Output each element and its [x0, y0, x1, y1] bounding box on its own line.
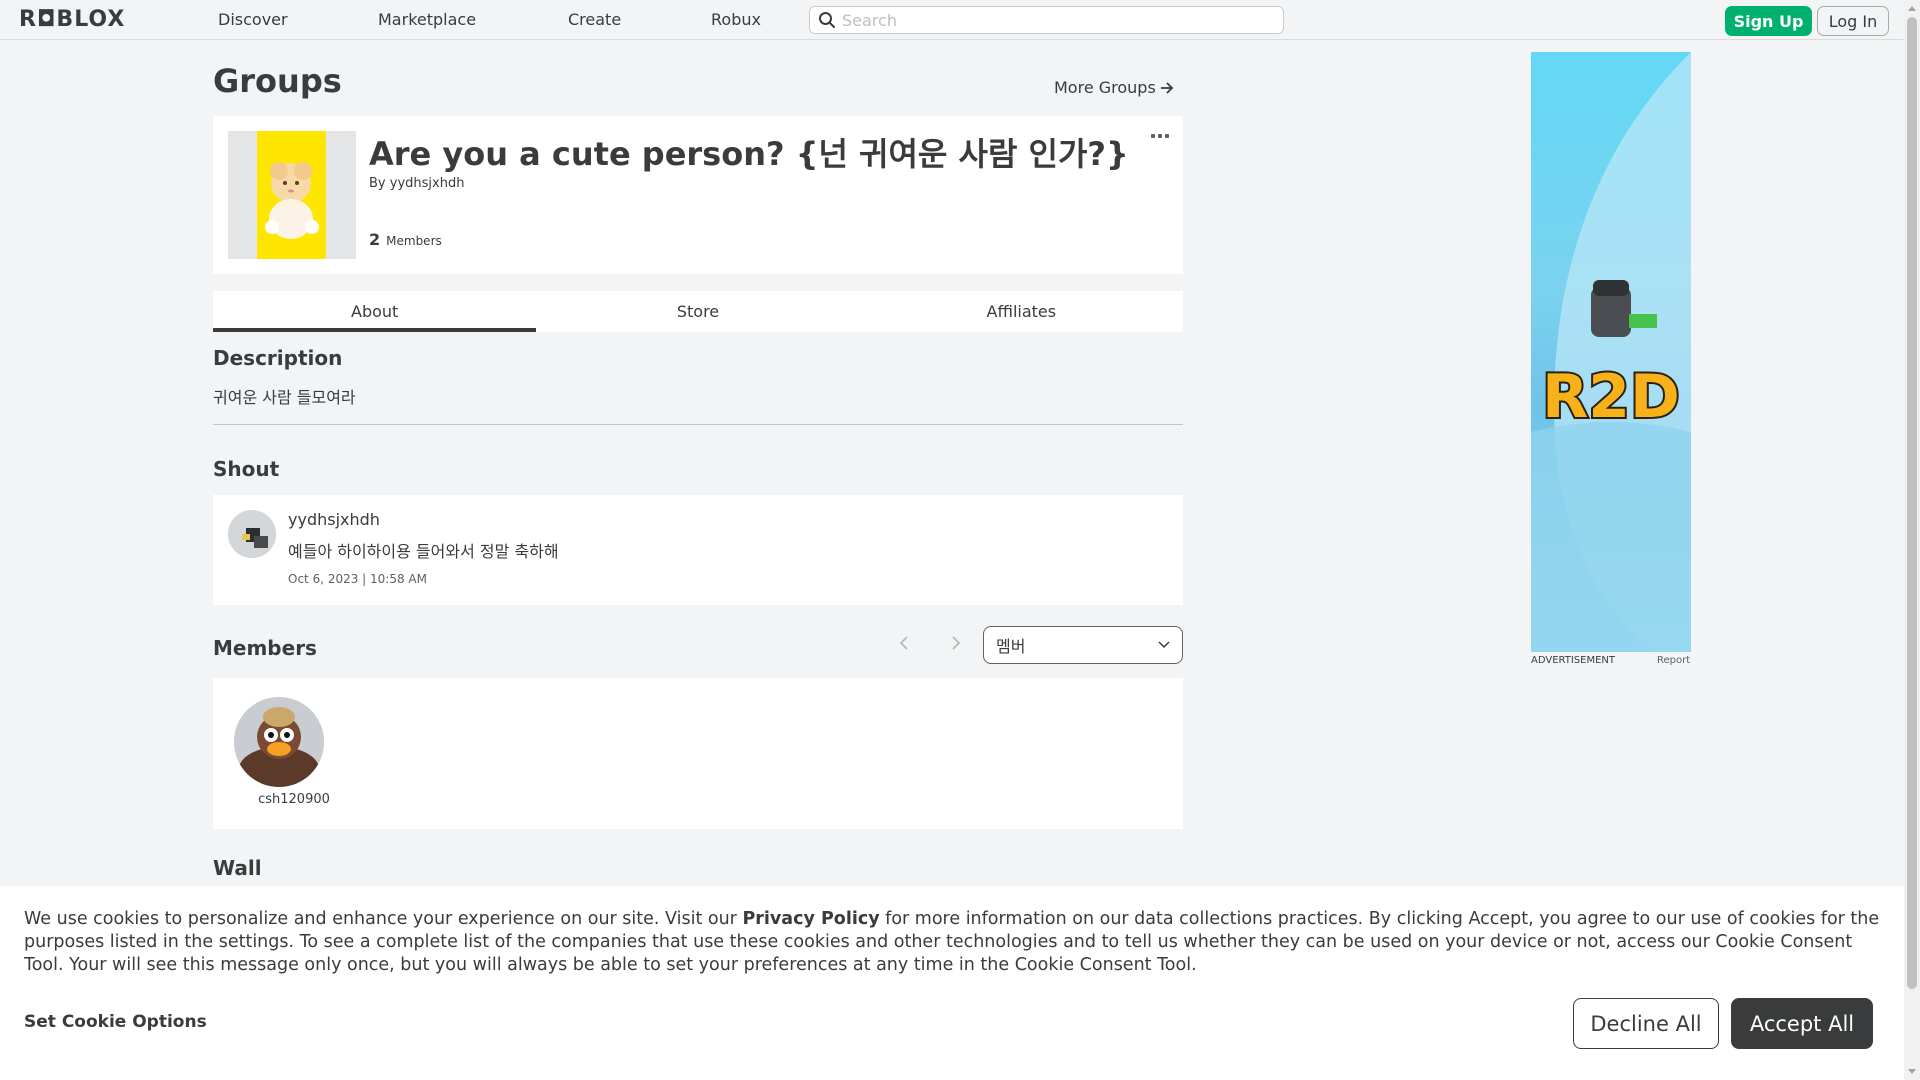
member-count-value: 2 — [369, 230, 381, 249]
tab-about[interactable]: About — [213, 291, 537, 332]
page-scrollbar[interactable] — [1904, 0, 1920, 1080]
member-count-label: Members — [386, 234, 442, 248]
members-heading: Members — [213, 636, 317, 660]
nav-discover[interactable]: Discover — [218, 10, 288, 29]
search-icon — [819, 12, 835, 28]
group-owner-link[interactable]: yydhsjxhdh — [390, 176, 465, 191]
advertisement-label: ADVERTISEMENT — [1531, 655, 1616, 666]
description-text: 귀여운 사람 들모여라 — [213, 388, 356, 407]
group-header-card: Are you a cute person? {넌 귀여운 사람 인가?} By… — [213, 116, 1183, 274]
more-groups-link[interactable]: More Groups — [1054, 78, 1174, 97]
shout-card: yydhsjxhdh 예들아 하이하이용 들어와서 정말 축하해 Oct 6, … — [213, 495, 1183, 605]
members-list-card: csh120900 — [213, 678, 1183, 829]
scroll-down-arrow-icon[interactable] — [1908, 1069, 1916, 1074]
advertisement-artwork: R2D — [1531, 52, 1691, 652]
ad-logo-text: R2D — [1542, 362, 1680, 432]
member-avatar[interactable] — [234, 697, 324, 787]
shout-timestamp: Oct 6, 2023 | 10:58 AM — [288, 572, 427, 586]
privacy-policy-link[interactable]: Privacy Policy — [742, 909, 879, 929]
nav-robux[interactable]: Robux — [711, 10, 761, 29]
role-select-dropdown[interactable]: 멤버 — [983, 626, 1183, 664]
accept-all-button[interactable]: Accept All — [1731, 998, 1873, 1049]
log-in-button[interactable]: Log In — [1817, 6, 1889, 36]
decline-all-button[interactable]: Decline All — [1573, 998, 1719, 1049]
group-member-count: 2 Members — [369, 230, 442, 249]
more-groups-label: More Groups — [1054, 78, 1156, 97]
arrow-right-icon — [1160, 81, 1174, 94]
group-name: Are you a cute person? {넌 귀여운 사람 인가?} — [369, 135, 1129, 173]
cookie-message: We use cookies to personalize and enhanc… — [24, 908, 1884, 977]
more-options-icon[interactable] — [1151, 134, 1171, 142]
chevron-down-icon — [1158, 641, 1170, 649]
cookie-consent-banner: We use cookies to personalize and enhanc… — [0, 886, 1904, 1080]
scrollbar-thumb[interactable] — [1907, 17, 1917, 989]
members-prev-page-icon[interactable] — [897, 633, 911, 653]
search-input[interactable] — [842, 10, 1283, 30]
cookie-text-start: We use cookies to personalize and enhanc… — [24, 909, 743, 929]
member-name[interactable]: csh120900 — [228, 792, 360, 807]
tab-affiliates[interactable]: Affiliates — [860, 291, 1183, 332]
wall-heading: Wall — [213, 856, 262, 880]
group-owner-line: By yydhsjxhdh — [369, 176, 464, 191]
description-heading: Description — [213, 346, 343, 370]
sign-up-button[interactable]: Sign Up — [1725, 6, 1812, 36]
set-cookie-options-link[interactable]: Set Cookie Options — [24, 1012, 207, 1032]
by-label: By — [369, 176, 386, 191]
nav-create[interactable]: Create — [568, 10, 621, 29]
page-title: Groups — [213, 62, 342, 100]
role-select-value: 멤버 — [996, 637, 1026, 656]
tab-store[interactable]: Store — [536, 291, 859, 332]
shout-body: 예들아 하이하이용 들어와서 정말 축하해 — [288, 542, 559, 561]
ad-report-link[interactable]: Report — [1657, 655, 1690, 666]
section-divider — [213, 424, 1183, 425]
shout-user-avatar[interactable] — [228, 510, 276, 558]
advertisement-banner[interactable]: R2D — [1531, 52, 1691, 652]
shout-heading: Shout — [213, 457, 280, 481]
scroll-up-arrow-icon[interactable] — [1908, 6, 1916, 11]
members-next-page-icon[interactable] — [949, 633, 963, 653]
group-emblem-image — [228, 131, 356, 259]
group-emblem-artwork — [257, 131, 326, 259]
roblox-logo[interactable]: R◘BLOX — [19, 7, 125, 32]
search-box[interactable] — [809, 6, 1284, 34]
group-tabs: About Store Affiliates — [213, 291, 1183, 332]
top-navigation-bar: R◘BLOX Discover Marketplace Create Robux… — [0, 0, 1904, 40]
nav-marketplace[interactable]: Marketplace — [378, 10, 476, 29]
shout-username[interactable]: yydhsjxhdh — [288, 510, 380, 529]
